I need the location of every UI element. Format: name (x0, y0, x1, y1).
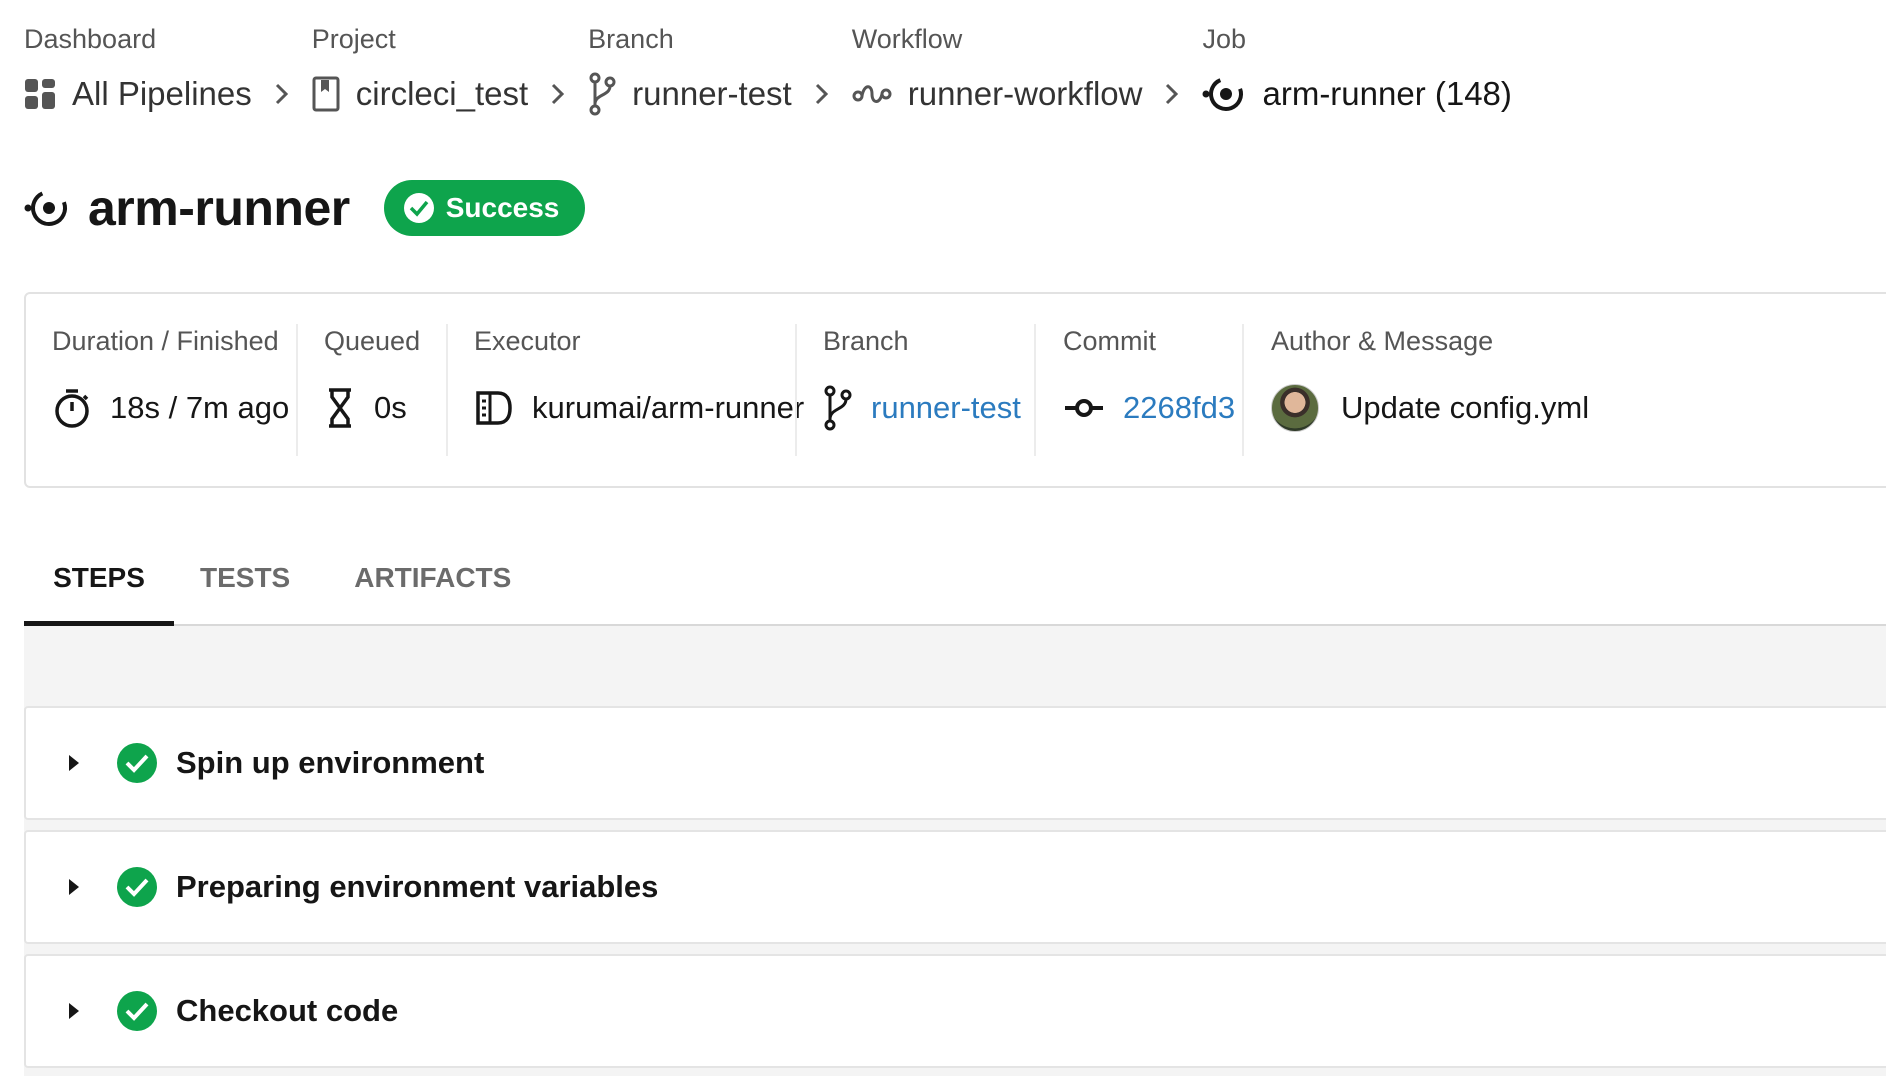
steps-list: Spin up environment Preparing environmen… (24, 626, 1886, 1076)
field-label-duration: Duration / Finished (52, 326, 279, 356)
tab-tests[interactable]: TESTS (200, 530, 290, 626)
field-label-executor: Executor (474, 326, 581, 356)
step-row[interactable]: Checkout code (24, 954, 1886, 1068)
crumb-value-all-pipelines: All Pipelines (72, 75, 252, 112)
crumb-link-project[interactable]: circleci_test (312, 66, 528, 122)
step-name: Spin up environment (176, 745, 485, 780)
caret-right-icon (69, 1003, 79, 1019)
page-header: arm-runner Success (24, 175, 586, 241)
crumb-label-project: Project (311, 24, 396, 54)
job-icon (1202, 77, 1244, 111)
field-label-queued: Queued (324, 326, 421, 356)
field-value-executor: kurumai/arm-runner (532, 390, 805, 425)
step-row[interactable]: Preparing environment variables (24, 830, 1886, 944)
divider (795, 324, 797, 456)
caret-right-icon (69, 755, 79, 771)
crumb-value-job: arm-runner (148) (1262, 75, 1512, 112)
field-queued: Queued 0s (324, 324, 420, 460)
crumb-label-dashboard: Dashboard (24, 24, 157, 54)
field-commit: Commit 2268fd3 (1063, 324, 1235, 460)
page-title: arm-runner (88, 180, 350, 236)
crumb-job: Job arm-runner (148) (1202, 22, 1511, 122)
job-icon (24, 190, 67, 226)
check-circle-icon (403, 193, 434, 223)
crumb-dashboard: Dashboard All Pipelines (24, 22, 252, 122)
crumb-label-branch: Branch (588, 24, 674, 54)
chevron-right-icon (814, 66, 830, 122)
crumb-link-workflow[interactable]: runner-workflow (852, 66, 1143, 122)
crumb-value-workflow: runner-workflow (907, 75, 1143, 112)
branch-icon (824, 385, 852, 431)
step-name: Checkout code (176, 993, 399, 1028)
divider (296, 324, 298, 456)
check-circle-icon (117, 743, 157, 783)
crumb-value-branch: runner-test (632, 75, 792, 112)
field-label-author: Author & Message (1271, 326, 1494, 356)
field-value-message: Update config.yml (1341, 390, 1590, 425)
project-book-icon (312, 76, 340, 112)
crumb-label-workflow: Workflow (851, 24, 963, 54)
chevron-right-icon (550, 66, 566, 122)
dashboard-grid-icon (25, 79, 55, 109)
field-branch: Branch runner-test (823, 324, 1021, 460)
status-badge: Success (383, 180, 586, 236)
workflow-icon (852, 85, 892, 103)
crumb-link-all-pipelines[interactable]: All Pipelines (24, 66, 252, 122)
field-author: Author & Message Update config.yml (1271, 324, 1589, 460)
executor-icon (476, 391, 512, 425)
divider (446, 324, 448, 456)
field-value-queued: 0s (374, 390, 407, 425)
commit-icon (1065, 399, 1103, 417)
job-page: Dashboard All Pipelines Project circleci… (0, 0, 1886, 1076)
job-tabs: STEPS TESTS ARTIFACTS (24, 530, 1886, 628)
crumb-value-project: circleci_test (355, 75, 529, 112)
divider (1242, 324, 1244, 456)
crumb-link-branch[interactable]: runner-test (588, 66, 792, 122)
tab-steps[interactable]: STEPS (24, 530, 174, 628)
hourglass-icon (329, 388, 351, 428)
crumb-project: Project circleci_test (312, 22, 528, 122)
branch-icon (589, 72, 616, 116)
field-duration: Duration / Finished 18s / 7m ago (52, 324, 289, 460)
divider (1034, 324, 1036, 456)
branch-link[interactable]: runner-test (871, 390, 1021, 426)
field-label-commit: Commit (1063, 326, 1156, 356)
field-label-branch: Branch (823, 326, 909, 356)
tab-artifacts[interactable]: ARTIFACTS (354, 530, 511, 626)
crumb-workflow: Workflow runner-workflow (852, 22, 1143, 122)
avatar (1271, 384, 1319, 432)
crumb-label-job: Job (1202, 24, 1247, 54)
crumb-current-job: arm-runner (148) (1202, 66, 1512, 122)
job-summary-card: Duration / Finished 18s / 7m ago Queued … (24, 292, 1886, 488)
chevron-right-icon (1164, 66, 1180, 122)
chevron-right-icon (274, 66, 290, 122)
crumb-branch: Branch runner-test (588, 22, 792, 122)
field-value-duration: 18s / 7m ago (110, 390, 290, 425)
check-circle-icon (117, 867, 157, 907)
field-executor: Executor kurumai/arm-runner (474, 324, 804, 460)
stopwatch-icon (55, 389, 89, 428)
step-row[interactable]: Spin up environment (24, 706, 1886, 820)
commit-link[interactable]: 2268fd3 (1123, 390, 1235, 426)
caret-right-icon (69, 879, 79, 895)
check-circle-icon (117, 991, 157, 1031)
status-badge-label: Success (445, 192, 560, 223)
step-name: Preparing environment variables (176, 869, 659, 904)
breadcrumb: Dashboard All Pipelines Project circleci… (24, 22, 1534, 122)
